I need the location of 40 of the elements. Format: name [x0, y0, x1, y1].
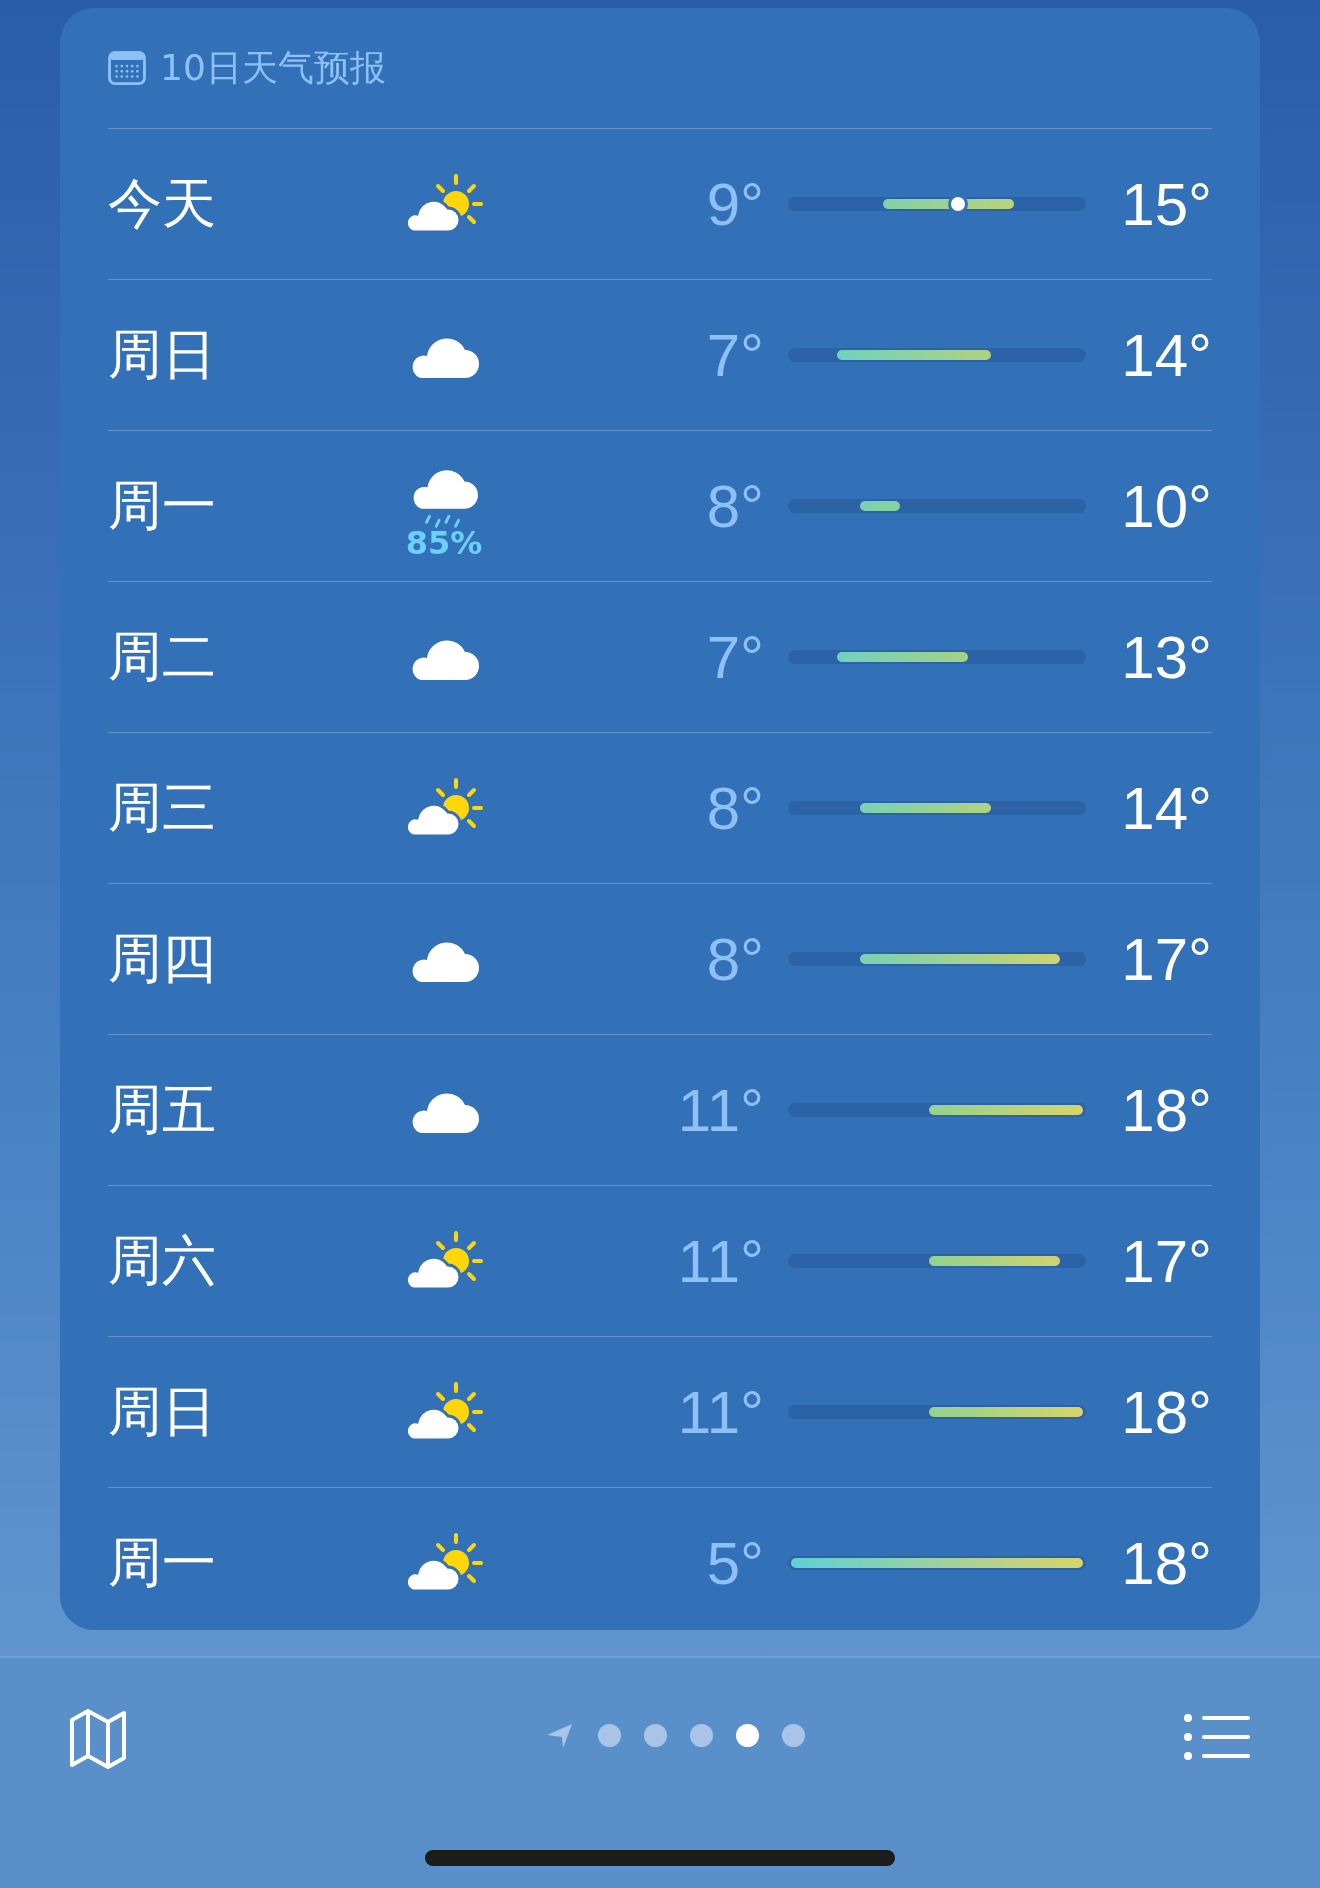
page-dot[interactable]: [736, 1723, 759, 1747]
high-temperature: 18°: [1120, 1528, 1212, 1598]
temperature-range-bar: [859, 501, 900, 511]
low-temperature: 8°: [705, 924, 764, 994]
high-temperature: 17°: [1120, 924, 1212, 994]
day-label: 周一: [108, 472, 217, 539]
low-temperature: 8°: [705, 471, 764, 541]
high-temperature: 17°: [1120, 1226, 1212, 1296]
day-label: 周五: [108, 1076, 217, 1143]
day-label: 周四: [108, 925, 217, 992]
day-label: 周二: [108, 623, 217, 690]
high-temperature: 14°: [1120, 773, 1212, 843]
high-temperature: 10°: [1120, 471, 1212, 541]
list-icon[interactable]: [1184, 1714, 1250, 1760]
low-temperature: 11°: [676, 1075, 764, 1145]
low-temperature: 9°: [705, 169, 764, 239]
low-temperature: 11°: [676, 1226, 764, 1296]
high-temperature: 14°: [1120, 320, 1212, 390]
low-temperature: 7°: [705, 622, 764, 692]
day-label: 周日: [108, 1378, 217, 1445]
calendar-icon: [108, 51, 146, 85]
low-temperature: 8°: [705, 773, 764, 843]
low-temperature: 11°: [676, 1377, 764, 1447]
high-temperature: 18°: [1120, 1075, 1212, 1145]
day-label: 周六: [108, 1227, 217, 1294]
precipitation-chance: 85%: [405, 524, 483, 562]
high-temperature: 18°: [1120, 1377, 1212, 1447]
high-temperature: 15°: [1120, 169, 1212, 239]
page-dot[interactable]: [690, 1723, 713, 1747]
forecast-title: 10日天气预报: [160, 45, 386, 90]
page-dot[interactable]: [644, 1723, 667, 1747]
day-label: 周日: [108, 321, 217, 388]
day-label: 周一: [108, 1529, 217, 1596]
high-temperature: 13°: [1120, 622, 1212, 692]
low-temperature: 5°: [705, 1528, 764, 1598]
low-temperature: 7°: [705, 320, 764, 390]
day-label: 周三: [108, 774, 217, 841]
page-dot[interactable]: [782, 1723, 805, 1747]
page-dot[interactable]: [598, 1723, 621, 1747]
day-label: 今天: [108, 170, 217, 237]
